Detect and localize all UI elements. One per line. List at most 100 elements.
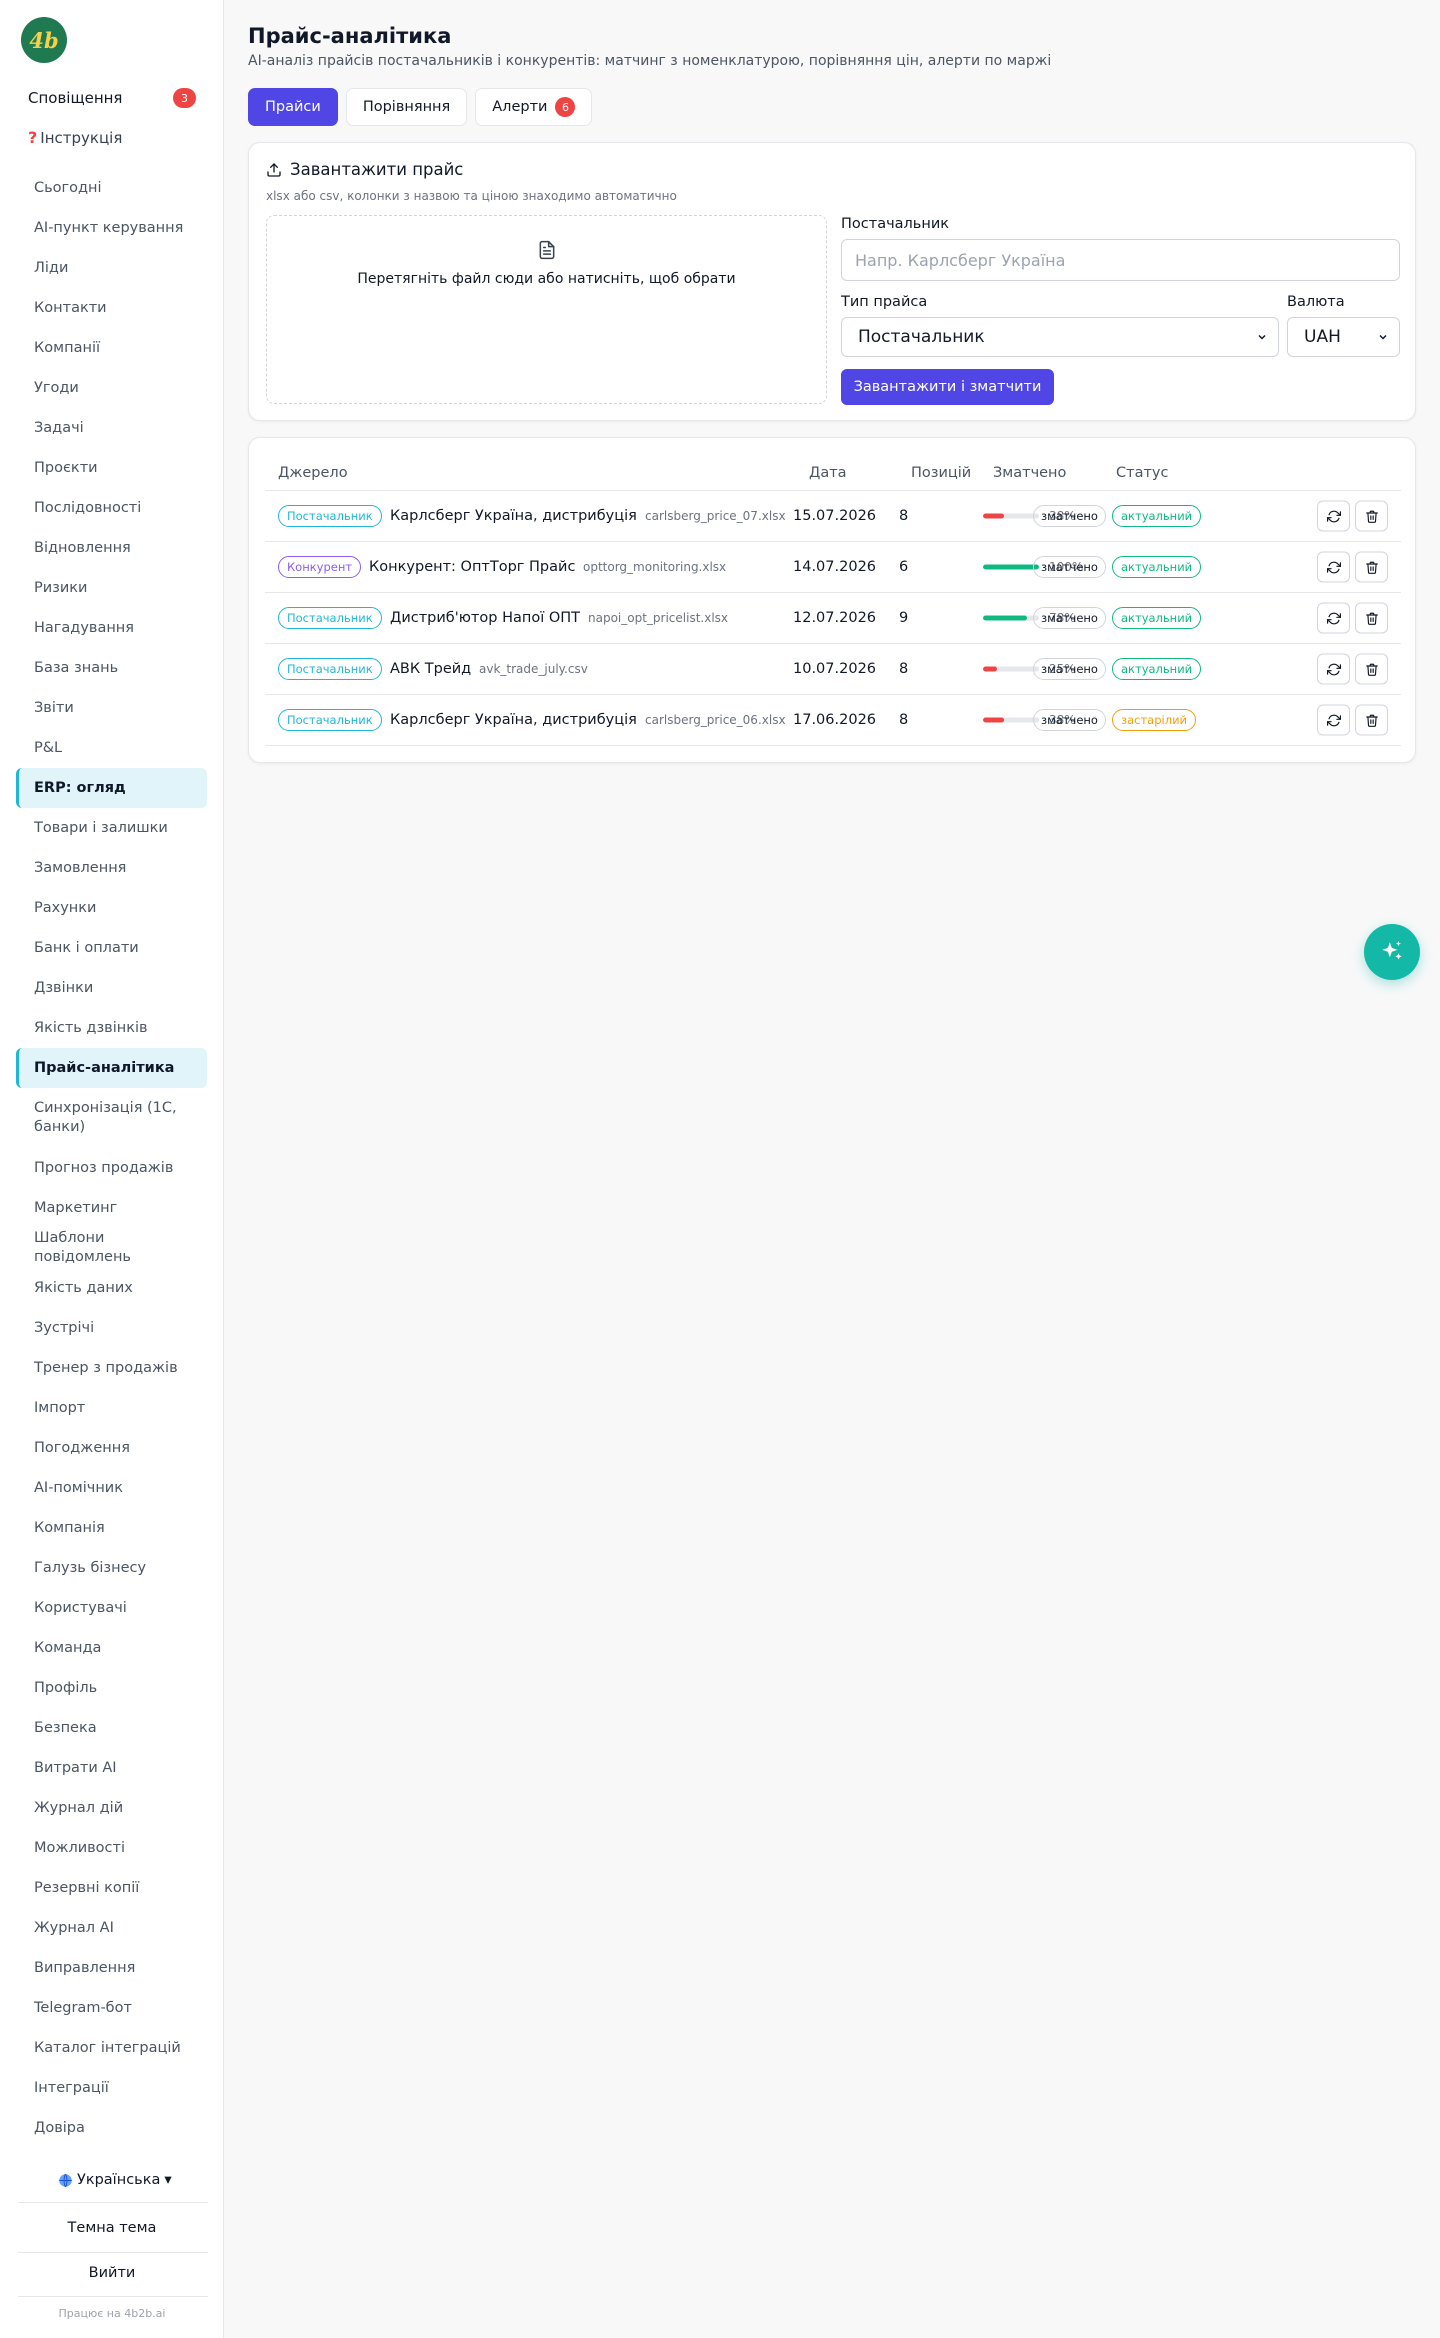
table-row: Постачальник АВК Трейд avk_trade_july.csv 1… <box>265 644 1401 695</box>
positions-cell: 8 <box>899 661 909 677</box>
sidebar-item[interactable]: Профіль <box>16 1668 207 1708</box>
rematch-button[interactable] <box>1317 704 1350 736</box>
sidebar-item[interactable]: Команда <box>16 1628 207 1668</box>
rematch-button[interactable] <box>1317 551 1350 583</box>
delete-button[interactable] <box>1355 602 1388 634</box>
sidebar-item[interactable]: Тренер з продажів <box>16 1348 207 1388</box>
table-row: Конкурент Конкурент: ОптТорг Прайс opttorg… <box>265 542 1401 593</box>
sidebar-item[interactable]: Прогноз продажів <box>16 1148 207 1188</box>
supplier-input[interactable] <box>841 239 1400 281</box>
sidebar-item[interactable]: Послідовності <box>16 488 207 528</box>
refresh-icon <box>1326 510 1341 522</box>
ai-assistant-button[interactable] <box>1364 924 1420 980</box>
sidebar-item[interactable]: Контакти <box>16 288 207 328</box>
sidebar-item[interactable]: Виправлення <box>16 1948 207 1988</box>
rematch-button[interactable] <box>1317 653 1350 685</box>
sidebar-item[interactable]: Замовлення <box>16 848 207 888</box>
sidebar-item[interactable]: Каталог інтеграцій <box>16 2028 207 2068</box>
sidebar-item[interactable]: Інтеграції <box>16 2068 207 2108</box>
table-row: Постачальник Дистриб'ютор Напої ОПТ napoi_… <box>265 593 1401 644</box>
sidebar-item[interactable]: Угоди <box>16 368 207 408</box>
sidebar-item[interactable]: Галузь бізнесу <box>16 1548 207 1588</box>
sidebar-item[interactable]: Проєкти <box>16 448 207 488</box>
sidebar-item[interactable]: Прайс-аналітика <box>16 1048 207 1088</box>
sidebar-item[interactable]: Звіти <box>16 688 207 728</box>
sidebar-item[interactable]: Товари і залишки <box>16 808 207 848</box>
divider <box>18 2202 208 2203</box>
match-progress-fill <box>983 615 1027 621</box>
positions-cell: 8 <box>899 508 909 524</box>
sidebar-item[interactable]: Відновлення <box>16 528 207 568</box>
tab[interactable]: Прайси <box>248 88 338 126</box>
match-progress-fill <box>983 717 1005 723</box>
notifications-count-badge: 3 <box>173 88 196 108</box>
supplier-badge: Постачальник <box>278 505 382 527</box>
sidebar-item[interactable]: Синхронізація (1С, банки) <box>16 1088 207 1148</box>
rematch-button[interactable] <box>1317 602 1350 634</box>
sidebar-item[interactable]: Шаблони повідомлень <box>16 1228 207 1268</box>
question-mark-icon: ? <box>28 128 38 147</box>
sidebar-item[interactable]: Безпека <box>16 1708 207 1748</box>
match-status-badge: зматчено <box>1033 607 1106 629</box>
sidebar-item[interactable]: Нагадування <box>16 608 207 648</box>
sidebar-item[interactable]: ERP: огляд <box>16 768 207 808</box>
sidebar-item[interactable]: Зустрічі <box>16 1308 207 1348</box>
sidebar-item[interactable]: Задачі <box>16 408 207 448</box>
match-progress-fill <box>983 513 1005 519</box>
sidebar-item[interactable]: База знань <box>16 648 207 688</box>
currency-value: UAH <box>1304 327 1341 347</box>
notifications-button[interactable]: Сповіщення 3 <box>28 86 196 110</box>
positions-cell: 9 <box>899 610 909 626</box>
delete-button[interactable] <box>1355 704 1388 736</box>
match-status-badge: зматчено <box>1033 556 1106 578</box>
sidebar-item[interactable]: Імпорт <box>16 1388 207 1428</box>
sidebar-item[interactable]: Можливості <box>16 1828 207 1868</box>
delete-button[interactable] <box>1355 551 1388 583</box>
sidebar-item[interactable]: Компанії <box>16 328 207 368</box>
price-type-select[interactable]: Постачальник <box>841 317 1279 357</box>
sidebar-item[interactable]: AI-пункт керування <box>16 208 207 248</box>
sidebar-item[interactable]: Журнал AI <box>16 1908 207 1948</box>
sidebar-item[interactable]: Рахунки <box>16 888 207 928</box>
sidebar-item[interactable]: Дзвінки <box>16 968 207 1008</box>
tab[interactable]: Алерти 6 <box>475 88 593 126</box>
language-selector[interactable]: Українська ▾ <box>58 2172 172 2188</box>
delete-button[interactable] <box>1355 653 1388 685</box>
sidebar-item[interactable]: Резервні копії <box>16 1868 207 1908</box>
upload-and-match-button[interactable]: Завантажити і зматчити <box>841 369 1054 405</box>
competitor-badge: Конкурент <box>278 556 362 578</box>
sidebar-item[interactable]: Telegram-бот <box>16 1988 207 2028</box>
chevron-down-icon <box>1379 334 1387 340</box>
sidebar-item[interactable]: P&L <box>16 728 207 768</box>
sparkles-icon <box>1382 941 1402 960</box>
sidebar-item[interactable]: AI-помічник <box>16 1468 207 1508</box>
sidebar-item[interactable]: Банк і оплати <box>16 928 207 968</box>
freshness-badge: актуальний <box>1112 556 1202 578</box>
column-header-date: Дата <box>809 465 847 481</box>
tab[interactable]: Порівняння <box>345 88 468 126</box>
sidebar-item[interactable]: Користувачі <box>16 1588 207 1628</box>
file-icon <box>539 240 554 260</box>
sidebar-item[interactable]: Ризики <box>16 568 207 608</box>
supplier-label: Постачальник <box>841 216 950 232</box>
refresh-icon <box>1326 612 1341 624</box>
app-logo[interactable]: 4b <box>21 17 67 63</box>
dark-theme-button[interactable]: Темна тема <box>20 2208 204 2248</box>
upload-card: Завантажити прайс xlsx або csv, колонки … <box>248 142 1416 421</box>
sidebar-item[interactable]: Витрати AI <box>16 1748 207 1788</box>
sidebar-item[interactable]: Ліди <box>16 248 207 288</box>
sidebar-item[interactable]: Маркетинг <box>16 1188 207 1228</box>
sidebar-item[interactable]: Якість даних <box>16 1268 207 1308</box>
instruction-link[interactable]: ? Інструкція <box>28 128 122 147</box>
rematch-button[interactable] <box>1317 500 1350 532</box>
sidebar-item[interactable]: Журнал дій <box>16 1788 207 1828</box>
sidebar-item[interactable]: Довіра <box>16 2108 207 2148</box>
logout-button[interactable]: Вийти <box>20 2253 204 2293</box>
sidebar-item[interactable]: Якість дзвінків <box>16 1008 207 1048</box>
sidebar-item[interactable]: Погодження <box>16 1428 207 1468</box>
delete-button[interactable] <box>1355 500 1388 532</box>
currency-select[interactable]: UAH <box>1287 317 1400 357</box>
file-dropzone[interactable]: Перетягніть файл сюди або натисніть, щоб… <box>266 215 827 404</box>
sidebar-item[interactable]: Сьогодні <box>16 168 207 208</box>
sidebar-item[interactable]: Компанія <box>16 1508 207 1548</box>
